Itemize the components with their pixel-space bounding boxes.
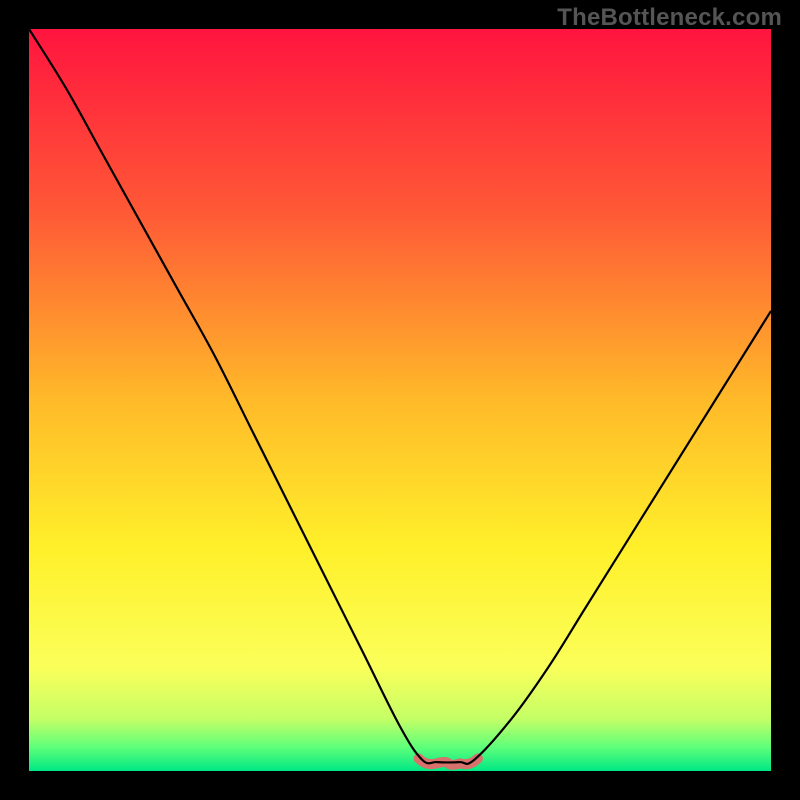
watermark-text: TheBottleneck.com [557, 4, 782, 32]
bottleneck-curve [29, 29, 771, 771]
plot-area [29, 29, 771, 771]
curve-line [29, 29, 771, 764]
chart-container: TheBottleneck.com [0, 0, 800, 800]
